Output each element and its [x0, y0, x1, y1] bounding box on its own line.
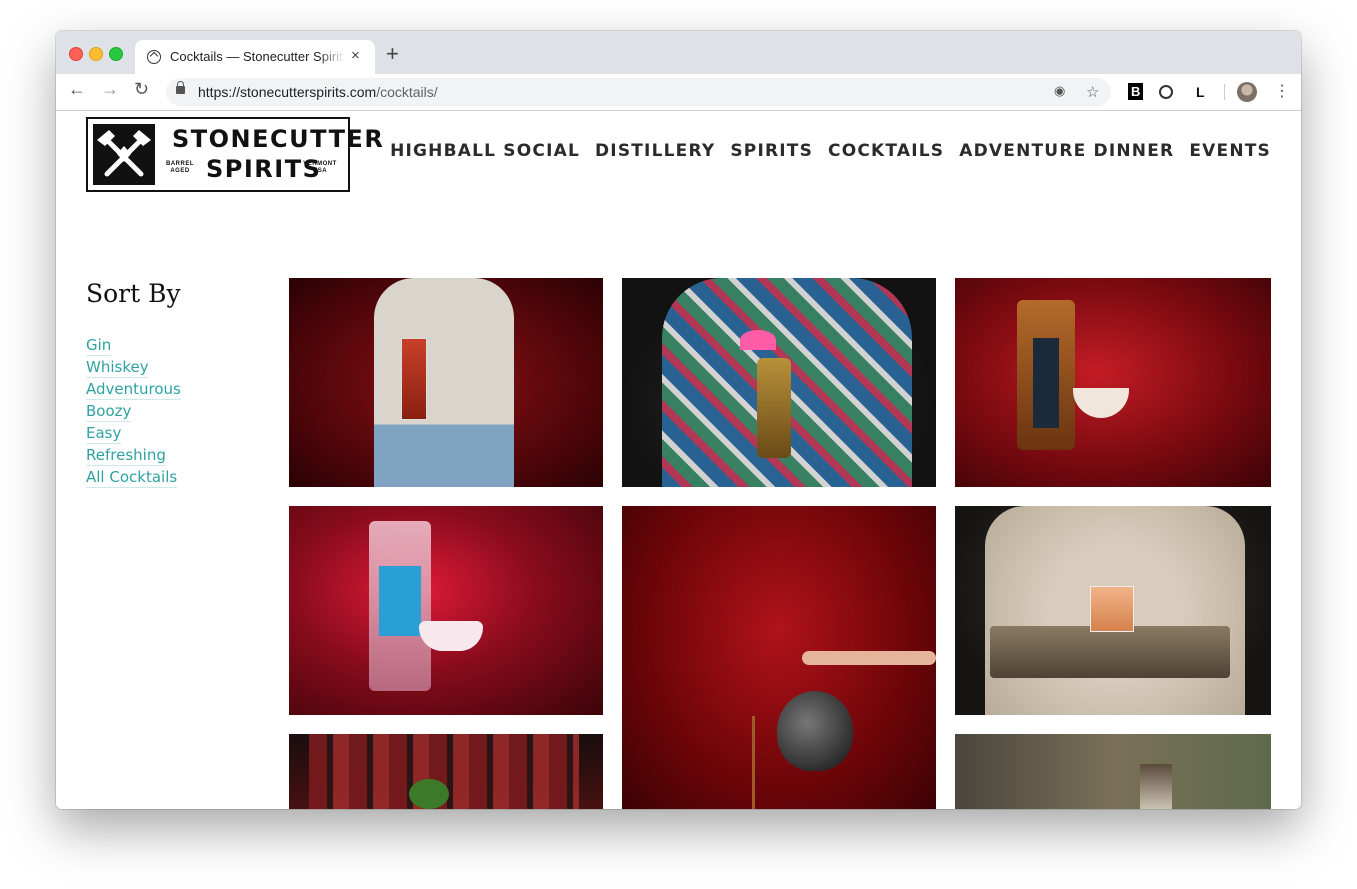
cocktail-photo-coffee-pour[interactable]: [622, 506, 936, 809]
woman-figure: [374, 278, 514, 487]
crossed-hammers-logo-icon: [93, 124, 155, 185]
cocktail-photo-bar-shelf[interactable]: [955, 734, 1271, 809]
nav-adventure-dinner[interactable]: ADVENTURE DINNER: [959, 141, 1174, 161]
kebab-menu-icon[interactable]: ⋮: [1274, 81, 1290, 101]
close-window-button[interactable]: [69, 47, 83, 61]
main-navigation: HIGHBALL SOCIAL DISTILLERY SPIRITS COCKT…: [390, 141, 1271, 161]
toolbar-divider: [1224, 84, 1225, 100]
cocktail-photo-sweater-tray[interactable]: [955, 506, 1271, 715]
profile-avatar[interactable]: [1237, 82, 1257, 102]
gin-label: [379, 566, 421, 636]
cocktail-photo-tiki[interactable]: [622, 278, 936, 487]
tab-close-icon[interactable]: ×: [351, 47, 360, 64]
coupe-glass: [419, 621, 483, 651]
tiki-mug: [757, 358, 791, 458]
highball-glass: [401, 338, 427, 420]
sort-by-heading: Sort By: [86, 279, 181, 308]
coupe-glass: [1073, 388, 1129, 418]
cookie-blocked-icon[interactable]: ◉: [1054, 83, 1065, 99]
tab-title: Cocktails — Stonecutter Spirits: [170, 49, 345, 64]
favicon-icon: [147, 50, 161, 64]
filter-refreshing[interactable]: Refreshing: [86, 446, 166, 466]
browser-window: Cocktails — Stonecutter Spirits × + ← → …: [56, 31, 1301, 809]
cocktail-photo-whiskey-bottle[interactable]: [955, 278, 1271, 487]
tab-strip: Cocktails — Stonecutter Spirits × +: [56, 31, 1301, 74]
back-icon[interactable]: ←: [68, 80, 86, 98]
star-icon[interactable]: ☆: [1086, 83, 1099, 101]
logo-vermont-usa: VERMONT USA: [303, 161, 337, 174]
nav-distillery[interactable]: DISTILLERY: [595, 141, 715, 161]
forward-icon[interactable]: →: [101, 80, 119, 98]
cocktail-photo-plaid[interactable]: [289, 734, 603, 809]
nav-spirits[interactable]: SPIRITS: [730, 141, 813, 161]
rocks-glass: [1090, 586, 1134, 632]
arm: [802, 651, 936, 665]
filter-adventurous[interactable]: Adventurous: [86, 380, 181, 400]
filter-list: Gin Whiskey Adventurous Boozy Easy Refre…: [86, 336, 181, 490]
extension-b-icon[interactable]: B: [1128, 83, 1144, 100]
address-bar[interactable]: https://stonecutterspirits.com/cocktails…: [166, 78, 1111, 106]
logo-barrel-aged: BARREL AGED: [166, 161, 194, 174]
url-text[interactable]: https://stonecutterspirits.com/cocktails…: [198, 84, 438, 100]
maximize-window-button[interactable]: [109, 47, 123, 61]
filter-boozy[interactable]: Boozy: [86, 402, 132, 422]
cocktail-photo-woman-highball[interactable]: [289, 278, 603, 487]
minimize-window-button[interactable]: [89, 47, 103, 61]
spirit-bottle: [1140, 764, 1172, 809]
extension-grammarly-icon[interactable]: [1159, 85, 1173, 99]
browser-toolbar: ← → ↻ https://stonecutterspirits.com/coc…: [56, 74, 1301, 111]
lock-icon: [176, 81, 185, 94]
bottle-label: [1033, 338, 1059, 428]
filter-whiskey[interactable]: Whiskey: [86, 358, 149, 378]
nav-highball-social[interactable]: HIGHBALL SOCIAL: [390, 141, 580, 161]
coffee-stream: [752, 716, 755, 809]
mint-garnish: [409, 779, 449, 809]
extension-l-icon[interactable]: L: [1196, 85, 1205, 99]
filter-easy[interactable]: Easy: [86, 424, 122, 444]
web-page: STONECUTTER BARREL AGED SPIRITS VERMONT …: [56, 111, 1301, 809]
filter-gin[interactable]: Gin: [86, 336, 112, 356]
filter-all-cocktails[interactable]: All Cocktails: [86, 468, 178, 488]
nav-events[interactable]: EVENTS: [1189, 141, 1271, 161]
log-tray: [990, 626, 1230, 678]
reload-icon[interactable]: ↻: [134, 80, 149, 98]
site-logo[interactable]: STONECUTTER BARREL AGED SPIRITS VERMONT …: [86, 117, 383, 192]
nav-cocktails[interactable]: COCKTAILS: [828, 141, 944, 161]
cocktail-umbrella: [740, 330, 776, 350]
coffee-pot: [777, 691, 853, 771]
logo-wordmark-line1: STONECUTTER: [172, 125, 385, 153]
new-tab-button[interactable]: +: [386, 43, 399, 65]
cocktail-photo-gin-bottle[interactable]: [289, 506, 603, 715]
browser-tab[interactable]: Cocktails — Stonecutter Spirits ×: [135, 40, 375, 74]
